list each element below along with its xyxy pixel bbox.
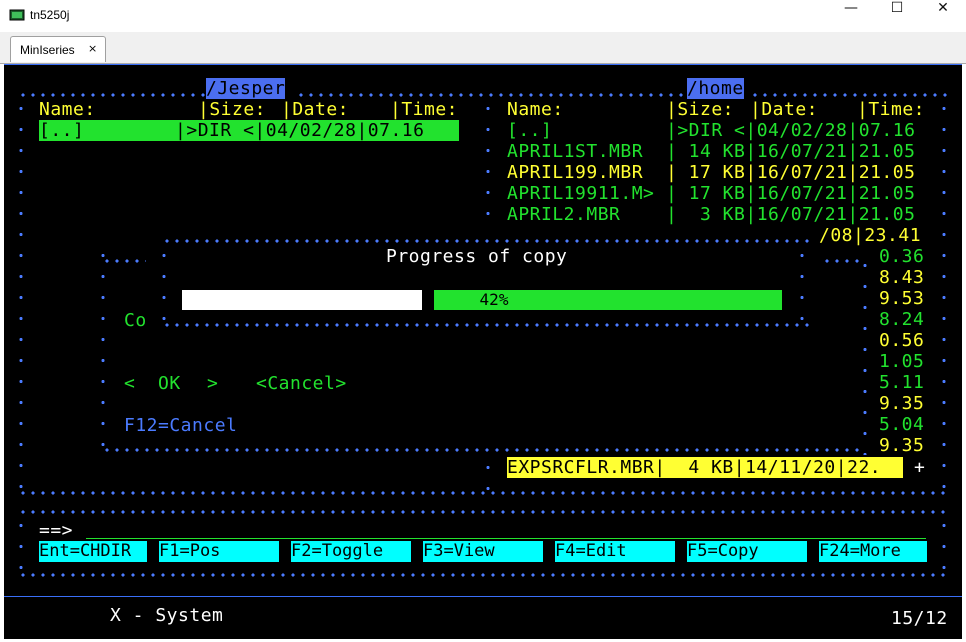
border-left (19, 98, 23, 498)
progress-border-right (800, 245, 804, 329)
list-item[interactable]: APRIL19911.M> (507, 183, 654, 204)
fkey-enter-chdir[interactable]: Ent=CHDIR (39, 541, 147, 562)
list-item-fragment: 9.53 (879, 288, 925, 309)
list-item-fragment: 9.35 (879, 393, 925, 414)
title-bar: tn5250j — ☐ ✕ (0, 0, 966, 32)
right-header-name: Name: (507, 99, 564, 120)
list-item-fragment: 8.24 (879, 309, 925, 330)
list-item-meta: | 17 KB|16/07/21|21.05 (666, 162, 916, 183)
ok-button[interactable]: OK (158, 373, 181, 394)
left-header-time: |Time: (390, 99, 459, 120)
list-item[interactable]: APRIL199.MBR (507, 162, 643, 183)
left-header-name: Name: (39, 99, 96, 120)
border-bottom (18, 573, 950, 577)
border-top (18, 510, 950, 514)
list-item-fragment: 1.05 (879, 351, 925, 372)
list-item-fragment: 0.36 (879, 246, 925, 267)
status-bar: X - System 15/12 (4, 596, 962, 639)
minimize-icon: — (844, 0, 858, 16)
fkey-f3-view[interactable]: F3=View (423, 541, 543, 562)
border-dots (863, 255, 867, 455)
tab-close-icon[interactable]: × (88, 42, 97, 55)
terminal-screen[interactable]: /Jesper Name: |Size: |Date: |Time: [..] … (4, 64, 962, 596)
command-input[interactable] (86, 538, 926, 539)
progress-percent: 42% (479, 290, 509, 309)
list-item-meta: | 17 KB|16/07/21|21.05 (666, 183, 916, 204)
border-top (296, 93, 686, 97)
left-row-selected[interactable]: [..] |>DIR <|04/02/28|07.16 (39, 120, 459, 141)
fkey-f4-edit[interactable]: F4=Edit (555, 541, 675, 562)
progress-border-left (162, 245, 166, 329)
progress-track (182, 290, 422, 310)
list-item[interactable]: [..] (507, 120, 552, 141)
right-panel-path: /home (687, 78, 744, 99)
list-item-meta: |>DIR <|04/02/28|07.16 (666, 120, 916, 141)
fkey-f5-copy[interactable]: F5=Copy (687, 541, 807, 562)
border-right (942, 98, 946, 498)
cursor-position: 15/12 (891, 608, 948, 629)
border-bottom (488, 491, 946, 495)
fkey-f2-toggle[interactable]: F2=Toggle (291, 541, 411, 562)
close-icon: ✕ (937, 0, 949, 16)
list-item-fragment: 8.43 (879, 267, 925, 288)
left-panel-path: /Jesper (206, 78, 286, 99)
border-top (18, 93, 208, 97)
list-item-meta: | 3 KB|16/07/21|21.05 (666, 204, 916, 225)
border-dots (822, 259, 862, 263)
progress-fill: 42% (434, 290, 782, 310)
dialog-border-top (102, 259, 146, 263)
list-item-fragment: /08|23.41 (819, 225, 922, 246)
command-prompt: ==> (39, 520, 74, 541)
fkey-f1-pos[interactable]: F1=Pos (159, 541, 279, 562)
system-status: X - System (110, 605, 224, 626)
border-top (750, 93, 950, 97)
list-item-fragment: 5.04 (879, 414, 925, 435)
list-item-fragment: 0.56 (879, 330, 925, 351)
right-header-time: |Time: (857, 99, 926, 120)
window-title: tn5250j (30, 8, 70, 22)
progress-border-top (162, 239, 812, 243)
session-tab[interactable]: MinIseries × (10, 36, 106, 62)
list-item[interactable]: APRIL1ST.MBR (507, 141, 643, 162)
right-row-selected[interactable]: EXPSRCFLR.MBR| 4 KB|14/11/20|22. (507, 457, 903, 478)
tab-label: MinIseries (20, 43, 75, 57)
list-item[interactable]: APRIL2.MBR (507, 204, 643, 225)
close-button[interactable]: ✕ (920, 0, 966, 32)
dialog-border-bottom (102, 448, 862, 452)
ok-button-right: > (207, 373, 219, 394)
left-header-size: |Size: (198, 99, 278, 120)
panel-divider (486, 98, 490, 228)
dialog-message: Co (124, 310, 147, 331)
dialog-border-left (101, 245, 105, 455)
more-indicator: + (914, 457, 926, 478)
list-item-fragment: 9.35 (879, 435, 925, 456)
border-bottom (18, 491, 488, 495)
app-icon (9, 9, 25, 21)
right-header-size: |Size: (666, 99, 746, 120)
maximize-icon: ☐ (890, 0, 904, 16)
fkey-f24-more[interactable]: F24=More (819, 541, 927, 562)
minimize-button[interactable]: — (828, 0, 874, 32)
cancel-button[interactable]: <Cancel> (256, 373, 347, 394)
session-tab-strip: MinIseries × (0, 32, 966, 64)
left-header-date: |Date: (281, 99, 372, 120)
f12-cancel-hint[interactable]: F12=Cancel (124, 415, 237, 436)
right-header-date: |Date: (750, 99, 841, 120)
ok-button-left: < (124, 373, 136, 394)
maximize-button[interactable]: ☐ (874, 0, 920, 32)
list-item-meta: | 14 KB|16/07/21|21.05 (666, 141, 916, 162)
progress-title: Progress of copy (386, 246, 568, 267)
progress-border-bottom (162, 323, 812, 327)
list-item-fragment: 5.11 (879, 372, 925, 393)
